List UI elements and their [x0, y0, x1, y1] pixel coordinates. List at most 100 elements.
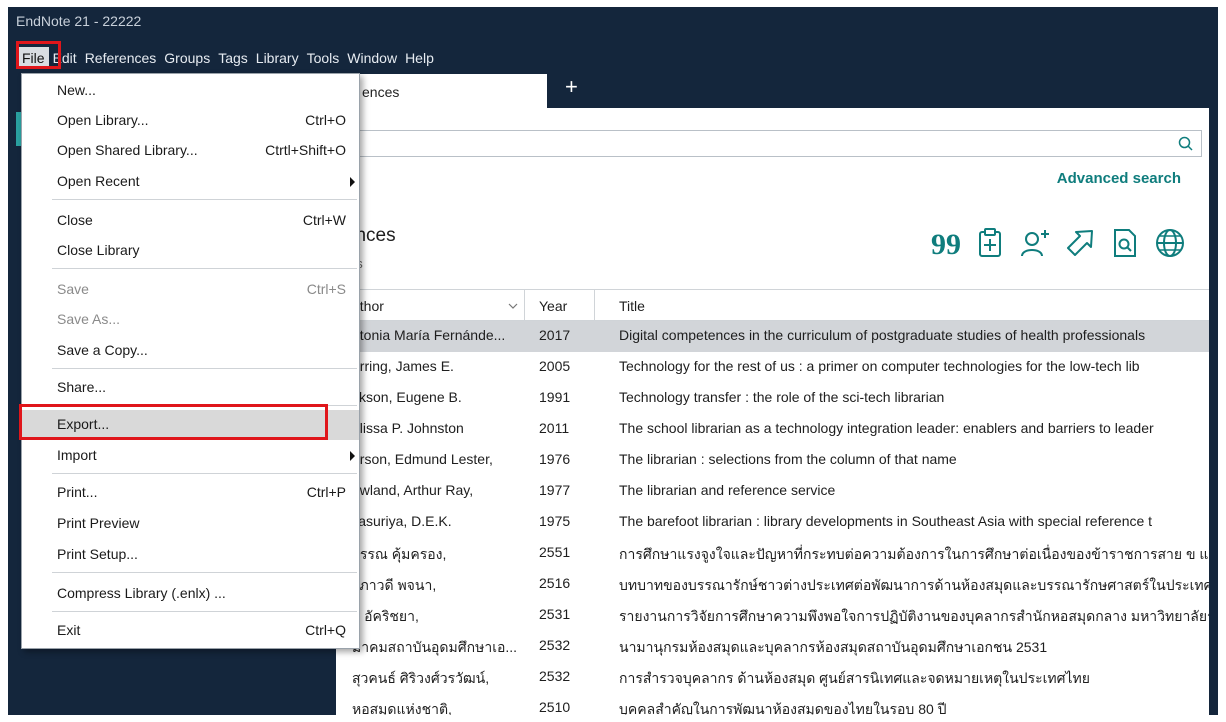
- menu-item-import[interactable]: Import: [22, 441, 359, 471]
- menu-item-shortcut: Ctrl+W: [302, 212, 346, 228]
- add-tab-button[interactable]: +: [565, 75, 578, 99]
- menu-item-label: Import: [57, 447, 97, 463]
- share-arrow-icon[interactable]: [1063, 226, 1097, 260]
- globe-icon[interactable]: [1153, 226, 1187, 260]
- menu-separator: [52, 473, 357, 474]
- menu-item-label: Save a Copy...: [57, 342, 148, 358]
- year-cell: 1977: [539, 482, 571, 498]
- year-cell: 2510: [539, 699, 571, 715]
- column-year[interactable]: Year: [539, 298, 567, 314]
- menu-item-exit[interactable]: Exit Ctrl+Q: [22, 616, 359, 646]
- menu-item-save[interactable]: Save Ctrl+S: [22, 275, 359, 305]
- column-divider[interactable]: [524, 290, 525, 321]
- table-row[interactable]: ntonia María Fernánde... 2017 Digital comp…: [336, 321, 1209, 352]
- menu-item-label: Print...: [57, 484, 98, 500]
- menu-item-label: Close Library: [57, 242, 140, 258]
- author-cell: มาคมสถาบันอุดมศึกษาเอ...: [352, 639, 518, 655]
- submenu-arrow-icon: [350, 177, 355, 187]
- menu-item-save-as[interactable]: Save As...: [22, 305, 359, 335]
- menu-item-label: Print Setup...: [57, 546, 138, 562]
- menu-separator: [52, 572, 357, 573]
- menu-tools[interactable]: Tools: [303, 47, 344, 69]
- advanced-search-link[interactable]: Advanced search: [1057, 170, 1181, 187]
- table-row[interactable]: สุวคนธ์ ศิริวงศ์วรวัฒน์, 2532 การสำรวจบุคล…: [336, 662, 1209, 693]
- year-cell: 2551: [539, 544, 571, 560]
- table-row[interactable]: arson, Edmund Lester, 1976 The librarian :…: [336, 445, 1209, 476]
- menu-item-close-library[interactable]: Close Library: [22, 236, 359, 266]
- year-cell: 1991: [539, 389, 571, 405]
- menu-item-shortcut: Ctrtl+Shift+O: [265, 142, 346, 158]
- year-cell: 2516: [539, 575, 571, 591]
- menu-item-print-preview[interactable]: Print Preview: [22, 509, 359, 539]
- menu-tags[interactable]: Tags: [214, 47, 252, 69]
- year-cell: 2011: [539, 420, 570, 436]
- author-cell: erring, James E.: [352, 358, 454, 374]
- menu-item-open-shared-library[interactable]: Open Shared Library... Ctrtl+Shift+O: [22, 136, 359, 166]
- title-cell: Technology transfer : the role of the sc…: [619, 389, 945, 405]
- menu-item-label: Close: [57, 212, 93, 228]
- year-cell: 2532: [539, 637, 571, 653]
- menu-item-label: Share...: [57, 379, 107, 395]
- year-cell: 2531: [539, 606, 571, 622]
- find-in-pdf-icon[interactable]: [1108, 226, 1142, 260]
- search-icon[interactable]: [1177, 135, 1195, 153]
- title-cell: The barefoot librarian : library develop…: [619, 513, 1153, 529]
- title-cell: นามานุกรมห้องสมุดและบุคลากรห้องสมุดสถาบั…: [619, 639, 1048, 655]
- menu-item-new[interactable]: New...: [22, 76, 359, 106]
- menu-groups[interactable]: Groups: [160, 47, 214, 69]
- year-cell: 1976: [539, 451, 571, 467]
- table-row[interactable]: erring, James E. 2005 Technology for the r…: [336, 352, 1209, 383]
- author-cell: สุวคนธ์ ศิริวงศ์วรวัฒน์,: [352, 670, 490, 686]
- author-cell: ijasuriya, D.E.K.: [352, 513, 452, 529]
- table-row[interactable]: elissa P. Johnston 2011 The school librari…: [336, 414, 1209, 445]
- table-row[interactable]: มาคมสถาบันอุดมศึกษาเอ... 2532 นามานุกรมห้อ…: [336, 631, 1209, 662]
- window-title: EndNote 21 - 22222: [16, 13, 142, 29]
- menu-item-label: Save: [57, 281, 89, 297]
- author-cell: หอสมุดแห่งชาติ,: [352, 701, 452, 715]
- search-input[interactable]: [336, 130, 1202, 157]
- menu-item-open-recent[interactable]: Open Recent: [22, 167, 359, 197]
- menu-window[interactable]: Window: [343, 47, 401, 69]
- menu-references[interactable]: References: [81, 47, 161, 69]
- menu-item-save-copy[interactable]: Save a Copy...: [22, 336, 359, 366]
- year-cell: 2017: [539, 327, 571, 343]
- menu-item-share[interactable]: Share...: [22, 373, 359, 403]
- menu-library[interactable]: Library: [252, 47, 303, 69]
- menu-help[interactable]: Help: [401, 47, 438, 69]
- tab-library[interactable]: ences: [336, 74, 547, 108]
- title-cell: The librarian and reference service: [619, 482, 836, 498]
- quote-icon[interactable]: 99: [928, 226, 962, 260]
- table-row[interactable]: ย อัคริชยา, 2531 รายงานการวิจัยการศึกษาควา…: [336, 600, 1209, 631]
- menu-item-print[interactable]: Print... Ctrl+P: [22, 478, 359, 508]
- main-content: Advanced search erences ences 99: [336, 108, 1209, 715]
- menu-item-close[interactable]: Close Ctrl+W: [22, 206, 359, 236]
- menu-item-compress-library[interactable]: Compress Library (.enlx) ...: [22, 579, 359, 609]
- menu-bar: File Edit References Groups Tags Library…: [18, 47, 438, 69]
- reference-toolbar: 99: [928, 226, 1187, 260]
- menu-separator: [52, 199, 357, 200]
- column-divider[interactable]: [594, 290, 595, 321]
- title-cell: Technology for the rest of us : a primer…: [619, 358, 1140, 374]
- tab-bar: ences +: [336, 69, 1209, 108]
- table-row[interactable]: ijasuriya, D.E.K. 1975 The barefoot librar…: [336, 507, 1209, 538]
- menu-item-label: Compress Library (.enlx) ...: [57, 585, 226, 601]
- author-cell: ntonia María Fernánde...: [352, 327, 506, 343]
- year-cell: 1975: [539, 513, 571, 529]
- table-header: uthor Year Title: [336, 289, 1209, 321]
- menu-item-open-library[interactable]: Open Library... Ctrl+O: [22, 106, 359, 136]
- submenu-arrow-icon: [350, 451, 355, 461]
- menu-item-shortcut: Ctrl+P: [306, 484, 346, 500]
- add-user-icon[interactable]: [1018, 226, 1052, 260]
- clipboard-add-icon[interactable]: [973, 226, 1007, 260]
- table-row[interactable]: หอสมุดแห่งชาติ, 2510 บุคคลสำคัญในการพัฒนาห…: [336, 693, 1209, 715]
- table-row[interactable]: ะภาวดี พจนา, 2516 บทบาทของบรรณารักษ์ชาวต่า…: [336, 569, 1209, 600]
- author-cell: elissa P. Johnston: [352, 420, 464, 436]
- table-row[interactable]: ckson, Eugene B. 1991 Technology transfer …: [336, 383, 1209, 414]
- chevron-down-icon[interactable]: [508, 302, 518, 310]
- menu-item-label: New...: [57, 82, 96, 98]
- menu-item-print-setup[interactable]: Print Setup...: [22, 540, 359, 570]
- title-cell: บุคคลสำคัญในการพัฒนาห้องสมุดของไทยในรอบ …: [619, 701, 947, 715]
- column-title[interactable]: Title: [619, 298, 645, 314]
- table-row[interactable]: วรรณ คุ้มครอง, 2551 การศึกษาแรงจูงใจและปัญ…: [336, 538, 1209, 569]
- table-row[interactable]: owland, Arthur Ray, 1977 The librarian and…: [336, 476, 1209, 507]
